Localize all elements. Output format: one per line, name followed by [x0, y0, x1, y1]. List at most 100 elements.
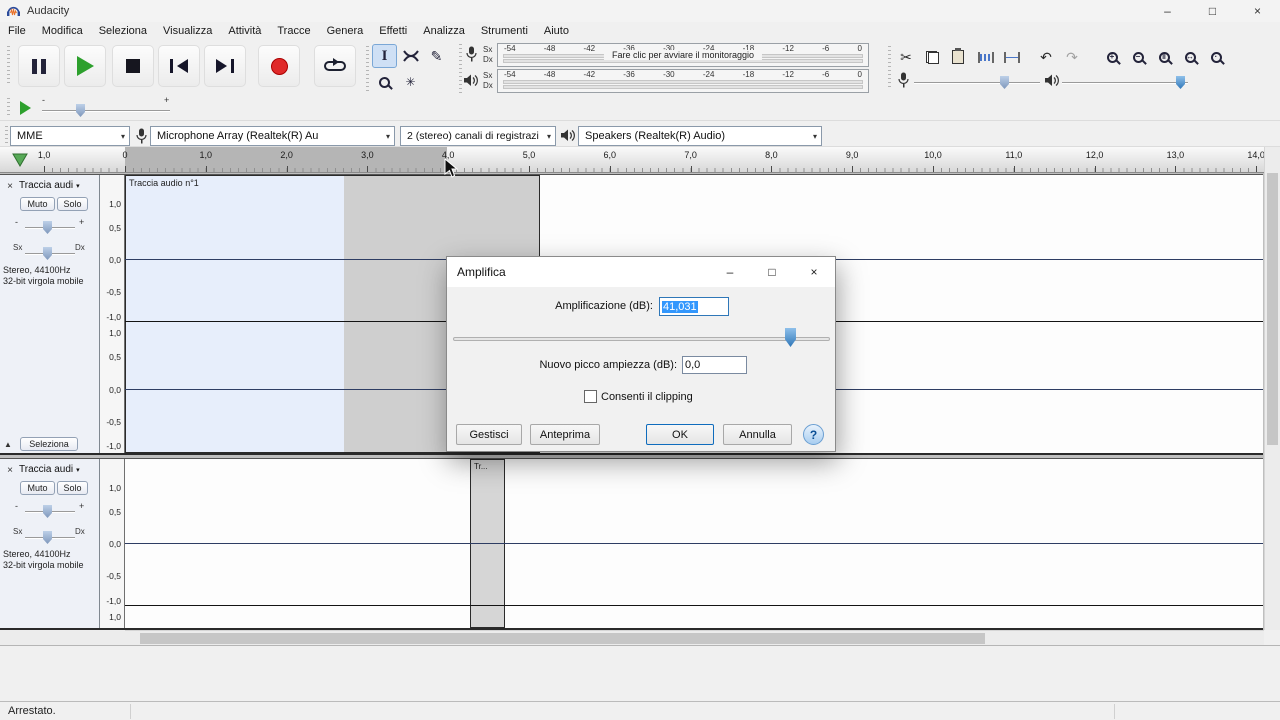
paste-button[interactable] — [946, 46, 970, 68]
track-name-dropdown[interactable]: Traccia audi ▾ — [19, 464, 80, 475]
maximize-button[interactable]: □ — [1190, 0, 1235, 22]
envelope-tool-button[interactable] — [398, 44, 423, 68]
input-device-select[interactable]: Microphone Array (Realtek(R) Au ▾ — [150, 126, 395, 146]
fit-selection-button[interactable]: ‖ — [1152, 46, 1176, 68]
play-at-speed-slider[interactable] — [42, 110, 170, 112]
close-button[interactable]: × — [1235, 0, 1280, 22]
help-button[interactable]: ? — [803, 424, 824, 445]
playback-meter[interactable]: -54-48-42-36-30-24-18-12-60 — [497, 69, 869, 93]
track-2-waveform-area[interactable]: Tr... — [125, 459, 1263, 628]
fit-project-button[interactable]: ↔ — [1178, 46, 1202, 68]
toolbar-grip[interactable] — [5, 126, 8, 146]
menu-attivita[interactable]: Attività — [220, 22, 269, 40]
solo-button[interactable]: Solo — [57, 481, 88, 495]
toolbar-grip[interactable] — [888, 46, 891, 90]
amplification-slider[interactable] — [453, 337, 830, 341]
dialog-maximize-button[interactable]: □ — [751, 257, 793, 287]
menu-genera[interactable]: Genera — [319, 22, 372, 40]
menu-seleziona[interactable]: Seleziona — [91, 22, 155, 40]
vertical-scrollbar-thumb[interactable] — [1267, 173, 1278, 445]
preview-button[interactable]: Anteprima — [530, 424, 600, 445]
silence-audio-button[interactable] — [1000, 46, 1024, 68]
toolbar-grip[interactable] — [7, 98, 10, 118]
track-select-button[interactable]: Seleziona — [20, 437, 78, 451]
multi-tool-button[interactable]: ✳ — [398, 70, 423, 94]
horizontal-scrollbar-thumb[interactable] — [140, 633, 985, 644]
cancel-button[interactable]: Annulla — [723, 424, 792, 445]
horizontal-scrollbar[interactable] — [125, 630, 1264, 645]
amplify-dialog-titlebar[interactable]: Amplifica – □ × — [447, 257, 835, 287]
menu-strumenti[interactable]: Strumenti — [473, 22, 536, 40]
track-2-vertical-ruler[interactable]: 1,00,50,0-0,5-1,01,00,50,0-0,5-1,0 — [100, 459, 125, 628]
input-channels-select[interactable]: 2 (stereo) canali di registrazi ▾ — [400, 126, 556, 146]
zoom-out-button[interactable]: − — [1126, 46, 1150, 68]
menu-aiuto[interactable]: Aiuto — [536, 22, 577, 40]
cut-button[interactable]: ✂ — [894, 46, 918, 68]
track-close-button[interactable]: × — [3, 179, 17, 193]
amplification-input[interactable]: 41,031 — [659, 297, 729, 316]
pan-left-label: Sx — [13, 243, 22, 252]
track-close-button[interactable]: × — [3, 463, 17, 477]
output-device-speaker-icon — [560, 128, 575, 143]
timeline-pin-icon[interactable] — [12, 153, 28, 167]
menu-file[interactable]: File — [0, 22, 34, 40]
selected-audio-region[interactable] — [126, 176, 344, 452]
minimize-button[interactable]: – — [1145, 0, 1190, 22]
menu-visualizza[interactable]: Visualizza — [155, 22, 220, 40]
dialog-close-button[interactable]: × — [793, 257, 835, 287]
menu-effetti[interactable]: Effetti — [371, 22, 415, 40]
gain-slider-thumb[interactable] — [43, 505, 52, 518]
output-device-select[interactable]: Speakers (Realtek(R) Audio) ▾ — [578, 126, 822, 146]
skip-to-end-button[interactable] — [204, 45, 246, 87]
zoom-in-button[interactable]: + — [1100, 46, 1124, 68]
ok-button[interactable]: OK — [646, 424, 714, 445]
play-button[interactable] — [64, 45, 106, 87]
collapse-track-icon[interactable]: ▲ — [4, 440, 12, 449]
pan-left-label: Sx — [13, 527, 22, 536]
track-name-dropdown[interactable]: Traccia audi ▾ — [19, 180, 80, 191]
copy-button[interactable] — [920, 46, 944, 68]
play-at-speed-thumb[interactable] — [76, 104, 85, 117]
trim-audio-button[interactable] — [974, 46, 998, 68]
menu-tracce[interactable]: Tracce — [269, 22, 318, 40]
selection-tool-button[interactable]: I — [372, 44, 397, 68]
record-meter[interactable]: -54-48-42-36-30-24-18-12-60 Fare clic pe… — [497, 43, 869, 67]
playback-volume-slider[interactable] — [1062, 82, 1188, 84]
redo-button[interactable]: ↷ — [1060, 46, 1084, 68]
record-meter-mic-icon[interactable] — [466, 46, 477, 62]
gain-slider-thumb[interactable] — [43, 221, 52, 234]
playback-meter-speaker-icon[interactable] — [463, 73, 478, 88]
recording-volume-slider[interactable] — [914, 82, 1040, 84]
skip-to-start-button[interactable] — [158, 45, 200, 87]
loop-button[interactable] — [314, 45, 356, 87]
toolbar-grip[interactable] — [459, 44, 462, 94]
playback-volume-thumb[interactable] — [1176, 76, 1185, 89]
pause-button[interactable] — [18, 45, 60, 87]
track-1-vertical-ruler[interactable]: 1,00,50,0-0,5-1,01,00,50,0-0,5-1,0 — [100, 175, 125, 453]
zoom-tool-button[interactable] — [372, 70, 397, 94]
pan-slider-thumb[interactable] — [43, 531, 52, 544]
amplification-slider-thumb[interactable] — [785, 328, 796, 347]
vertical-scrollbar[interactable] — [1264, 147, 1280, 630]
toolbar-grip[interactable] — [7, 46, 10, 86]
stop-button[interactable] — [112, 45, 154, 87]
mute-button[interactable]: Muto — [20, 197, 55, 211]
play-at-speed-button[interactable] — [12, 98, 38, 118]
recording-volume-thumb[interactable] — [1000, 76, 1009, 89]
manage-button[interactable]: Gestisci — [456, 424, 522, 445]
menu-analizza[interactable]: Analizza — [415, 22, 473, 40]
draw-tool-button[interactable]: ✎ — [424, 44, 449, 68]
solo-button[interactable]: Solo — [57, 197, 88, 211]
undo-button[interactable]: ↶ — [1034, 46, 1058, 68]
allow-clipping-checkbox[interactable] — [584, 390, 597, 403]
toolbar-grip[interactable] — [366, 46, 369, 94]
audio-host-select[interactable]: MME ▾ — [10, 126, 130, 146]
record-button[interactable] — [258, 45, 300, 87]
new-peak-input[interactable]: 0,0 — [682, 356, 747, 374]
mute-button[interactable]: Muto — [20, 481, 55, 495]
pan-slider-thumb[interactable] — [43, 247, 52, 260]
dialog-minimize-button[interactable]: – — [709, 257, 751, 287]
zoom-toggle-button[interactable]: · — [1204, 46, 1228, 68]
timeline-ruler[interactable]: 1,001,02,03,04,05,06,07,08,09,010,011,01… — [0, 147, 1264, 173]
menu-modifica[interactable]: Modifica — [34, 22, 91, 40]
